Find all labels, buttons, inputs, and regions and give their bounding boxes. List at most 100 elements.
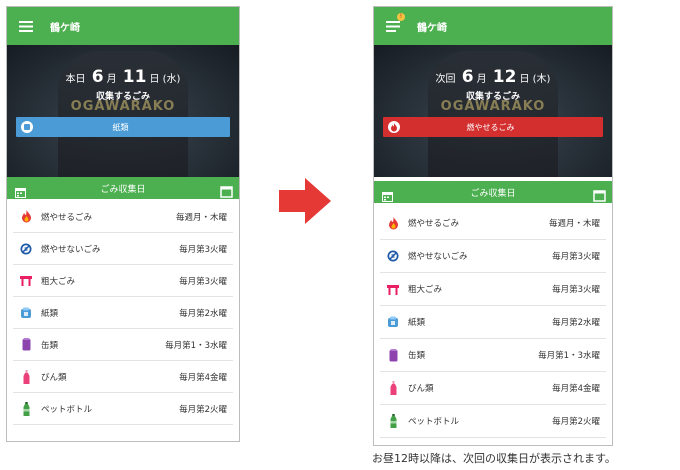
table-icon (19, 274, 33, 288)
collection-schedule: 毎月第2水曜 (179, 308, 227, 319)
garbage-type-name: 紙類 (408, 318, 426, 328)
menu-icon[interactable] (16, 16, 36, 36)
calendar-bar: ごみ収集日 (7, 177, 239, 199)
schedule-list: 燃やせるごみ 毎週月・木曜 燃やせないごみ 毎月第3火曜 粗大ごみ 毎月第3火曜 紙類 毎月第… (7, 201, 239, 425)
garbage-type-name: 缶類 (408, 351, 426, 361)
area-title: 鶴ケ崎 (417, 22, 447, 34)
notification-badge: ! (397, 13, 405, 21)
garbage-type-name: 燃やせないごみ (41, 244, 101, 255)
list-item[interactable]: 燃やせるごみ 毎週月・木曜 (380, 207, 606, 240)
collection-schedule: 毎月第3火曜 (179, 276, 227, 287)
list-item[interactable]: ペットボトル 毎月第2火曜 (380, 405, 606, 438)
collection-schedule: 毎月第3火曜 (552, 285, 600, 295)
app-bar: 鶴ケ崎 (7, 7, 239, 45)
calendar-header: ごみ収集日 (470, 188, 516, 199)
pet-bottle-icon (19, 401, 33, 416)
phone-screen-next: ! 鶴ケ崎 OGAWARAKO 次回 6月 12 日 (木) 収集するごみ 燃やせ… (373, 6, 613, 446)
date-month-unit: 月 (476, 74, 487, 85)
garbage-type-label: 紙類 (112, 122, 129, 132)
collection-date: 本日 6月 11 日 (水) (7, 67, 239, 87)
bottle-icon (19, 369, 33, 384)
date-month: 6 (91, 67, 104, 87)
flame-icon (19, 210, 33, 224)
collection-schedule: 毎月第3火曜 (179, 244, 227, 255)
collection-schedule: 毎月第1・3水曜 (538, 351, 600, 361)
date-prefix: 次回 (435, 74, 456, 85)
garbage-type-name: 燃やせるごみ (41, 212, 93, 223)
date-day: 12 (492, 67, 517, 87)
collection-schedule: 毎月第2火曜 (179, 404, 227, 415)
collection-date: 次回 6月 12 日 (木) (374, 67, 612, 87)
date-weekday: (水) (162, 74, 181, 85)
caption: お昼12時以降は、次回の収集日が表示されます。 (372, 452, 616, 465)
garbage-type-name: 燃やせるごみ (408, 219, 460, 229)
garbage-type-name: ペットボトル (408, 417, 460, 427)
garbage-type-name: びん類 (41, 372, 67, 383)
flame-icon (388, 121, 400, 133)
collection-schedule: 毎月第2水曜 (552, 318, 600, 328)
calendar-bar: ごみ収集日 (374, 181, 612, 203)
date-prefix: 本日 (65, 74, 86, 85)
date-month: 6 (461, 67, 474, 87)
collection-schedule: 毎月第4金曜 (552, 384, 600, 394)
garbage-type-name: ペットボトル (41, 404, 93, 415)
collection-schedule: 毎週月・木曜 (548, 219, 600, 229)
can-icon (19, 338, 33, 352)
collection-schedule: 毎月第2火曜 (552, 417, 600, 427)
collect-label: 収集するごみ (95, 92, 150, 102)
garbage-type-name: 粗大ごみ (408, 285, 443, 295)
garbage-type-name: 紙類 (41, 308, 59, 319)
paper-icon (21, 121, 33, 133)
list-item[interactable]: びん類 毎月第4金曜 (380, 372, 606, 405)
paper-icon (386, 315, 400, 329)
collection-schedule: 毎週月・木曜 (175, 212, 227, 223)
calendar-icon[interactable] (382, 187, 393, 202)
date-day-unit: 日 (519, 74, 530, 85)
garbage-type-button[interactable]: 紙類 (16, 117, 230, 137)
hero-panel: OGAWARAKO 本日 6月 11 日 (水) 収集するごみ 紙類 (7, 45, 239, 177)
phone-screen-today: 鶴ケ崎 OGAWARAKO 本日 6月 11 日 (水) 収集するごみ 紙類 ごみ… (6, 6, 240, 442)
collection-schedule: 毎月第3火曜 (552, 252, 600, 262)
garbage-type-name: びん類 (408, 384, 434, 394)
arrow-right-icon (279, 178, 331, 224)
calendar-outline-icon[interactable] (220, 183, 233, 198)
list-item[interactable]: 紙類 毎月第2水曜 (380, 306, 606, 339)
calendar-icon[interactable] (15, 183, 26, 198)
list-item[interactable]: 燃やせるごみ 毎週月・木曜 (13, 201, 233, 233)
garbage-type-button[interactable]: 燃やせるごみ (383, 117, 603, 137)
garbage-type-label: 燃やせるごみ (466, 122, 515, 132)
collection-schedule: 毎月第1・3水曜 (165, 340, 227, 351)
list-item[interactable]: 缶類 毎月第1・3水曜 (13, 329, 233, 361)
hero-panel: OGAWARAKO 次回 6月 12 日 (木) 収集するごみ 燃やせるごみ (374, 45, 612, 177)
non-burnable-icon (19, 242, 33, 256)
paper-icon (19, 306, 33, 320)
list-item[interactable]: 燃やせないごみ 毎月第3火曜 (13, 233, 233, 265)
date-day: 11 (122, 67, 147, 87)
list-item[interactable]: びん類 毎月第4金曜 (13, 361, 233, 393)
schedule-list: 燃やせるごみ 毎週月・木曜 燃やせないごみ 毎月第3火曜 粗大ごみ 毎月第3火曜 紙類 毎月第… (374, 207, 612, 438)
app-bar: ! 鶴ケ崎 (374, 7, 612, 45)
garbage-type-name: 缶類 (41, 340, 59, 351)
bottle-icon (386, 381, 400, 395)
list-item[interactable]: 缶類 毎月第1・3水曜 (380, 339, 606, 372)
table-icon (386, 282, 400, 296)
list-item[interactable]: 粗大ごみ 毎月第3火曜 (380, 273, 606, 306)
non-burnable-icon (386, 249, 400, 263)
pet-bottle-icon (386, 414, 400, 428)
date-day-unit: 日 (149, 74, 160, 85)
list-item[interactable]: 紙類 毎月第2水曜 (13, 297, 233, 329)
can-icon (386, 348, 400, 362)
calendar-outline-icon[interactable] (593, 187, 606, 202)
list-item[interactable]: ペットボトル 毎月第2火曜 (13, 393, 233, 425)
list-item[interactable]: 粗大ごみ 毎月第3火曜 (13, 265, 233, 297)
menu-icon[interactable]: ! (383, 13, 405, 36)
area-title: 鶴ケ崎 (50, 22, 80, 34)
collect-label: 収集するごみ (465, 92, 520, 102)
flame-icon (386, 216, 400, 230)
date-month-unit: 月 (106, 74, 117, 85)
garbage-type-name: 燃やせないごみ (408, 252, 468, 262)
calendar-header: ごみ収集日 (100, 184, 146, 195)
garbage-type-name: 粗大ごみ (41, 276, 76, 287)
list-item[interactable]: 燃やせないごみ 毎月第3火曜 (380, 240, 606, 273)
date-weekday: (木) (532, 74, 551, 85)
